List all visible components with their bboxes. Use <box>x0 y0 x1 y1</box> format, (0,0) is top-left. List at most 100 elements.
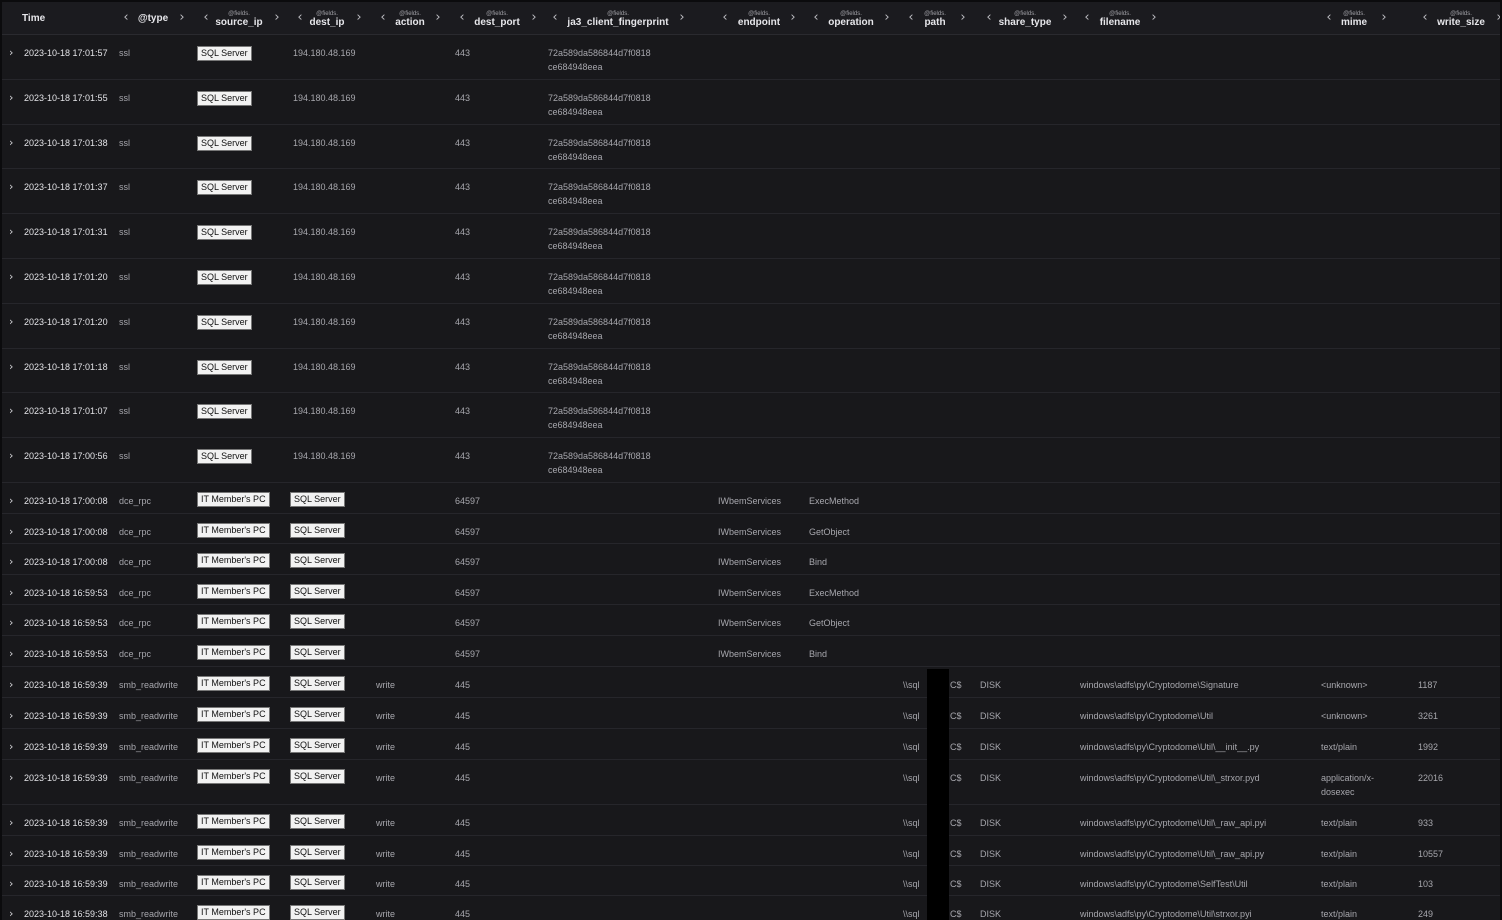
expand-chevron-icon[interactable]: › <box>9 877 13 890</box>
column-header-mime[interactable]: @fields. mime <box>1336 2 1372 34</box>
chevron-right-icon[interactable]: › <box>882 11 892 24</box>
dest-ip-tag[interactable]: SQL Server <box>290 904 345 920</box>
source-ip-tag[interactable]: IT Member's PC <box>197 675 270 691</box>
expand-chevron-icon[interactable]: › <box>9 616 13 629</box>
source-ip-tag[interactable]: IT Member's PC <box>197 645 270 660</box>
source-ip-tag[interactable]: IT Member's PC <box>197 492 270 507</box>
expand-chevron-icon[interactable]: › <box>9 907 13 920</box>
expand-chevron-icon[interactable]: › <box>9 91 13 104</box>
source-ip-tag[interactable]: IT Member's PC <box>197 614 270 630</box>
chevron-right-icon[interactable]: › <box>958 11 968 24</box>
expand-chevron-icon[interactable]: › <box>9 270 13 283</box>
dest-ip-tag[interactable]: SQL Server <box>290 737 345 753</box>
expand-chevron-icon[interactable]: › <box>9 494 13 507</box>
source-ip-tag[interactable]: IT Member's PC <box>197 737 270 753</box>
table-row[interactable]: › 2023-10-18 17:01:37 ssl SQL Server 194.180… <box>2 169 1500 215</box>
expand-chevron-icon[interactable]: › <box>9 180 13 193</box>
dest-ip-tag[interactable]: SQL Server <box>290 583 345 599</box>
chevron-right-icon[interactable]: › <box>788 11 798 24</box>
chevron-left-icon[interactable]: ‹ <box>378 11 388 24</box>
expand-chevron-icon[interactable]: › <box>9 586 13 599</box>
table-row[interactable]: › 2023-10-18 16:59:39 smb_readwrite IT Memb… <box>2 698 1500 729</box>
chevron-right-icon[interactable]: › <box>1149 11 1159 24</box>
dest-ip-tag[interactable]: SQL Server <box>290 492 345 507</box>
chevron-left-icon[interactable]: ‹ <box>1324 11 1334 24</box>
dest-ip-tag[interactable]: SQL Server <box>290 522 345 538</box>
source-ip-tag[interactable]: SQL Server <box>197 314 252 330</box>
table-row[interactable]: › 2023-10-18 17:00:08 dce_rpc IT Member's P… <box>2 483 1500 514</box>
source-ip-tag[interactable]: SQL Server <box>197 135 252 151</box>
expand-chevron-icon[interactable]: › <box>9 225 13 238</box>
chevron-right-icon[interactable]: › <box>1060 11 1070 24</box>
chevron-left-icon[interactable]: ‹ <box>906 11 916 24</box>
dest-ip-tag[interactable]: SQL Server <box>290 844 345 860</box>
table-row[interactable]: › 2023-10-18 17:00:56 ssl SQL Server 194.180… <box>2 438 1500 483</box>
chevron-left-icon[interactable]: ‹ <box>295 11 305 24</box>
source-ip-tag[interactable]: IT Member's PC <box>197 583 270 599</box>
expand-chevron-icon[interactable]: › <box>9 740 13 753</box>
chevron-right-icon[interactable]: › <box>677 11 687 24</box>
table-row[interactable]: › 2023-10-18 16:59:39 smb_readwrite IT Memb… <box>2 760 1500 805</box>
dest-ip-tag[interactable]: SQL Server <box>290 614 345 630</box>
expand-chevron-icon[interactable]: › <box>9 709 13 722</box>
source-ip-tag[interactable]: SQL Server <box>197 90 252 106</box>
column-header-operation[interactable]: @fields. operation <box>822 2 880 34</box>
expand-chevron-icon[interactable]: › <box>9 771 13 784</box>
chevron-right-icon[interactable]: › <box>433 11 443 24</box>
column-header-action[interactable]: @fields. action <box>390 2 430 34</box>
expand-chevron-icon[interactable]: › <box>9 449 13 462</box>
dest-ip-tag[interactable]: SQL Server <box>290 706 345 722</box>
source-ip-tag[interactable]: IT Member's PC <box>197 768 270 784</box>
source-ip-tag[interactable]: SQL Server <box>197 46 252 61</box>
expand-chevron-icon[interactable]: › <box>9 678 13 691</box>
table-row[interactable]: › 2023-10-18 16:59:39 smb_readwrite IT Memb… <box>2 836 1500 866</box>
dest-ip-tag[interactable]: SQL Server <box>290 874 345 890</box>
source-ip-tag[interactable]: IT Member's PC <box>197 874 270 890</box>
source-ip-tag[interactable]: SQL Server <box>197 225 252 241</box>
table-row[interactable]: › 2023-10-18 17:01:20 ssl SQL Server 194.180… <box>2 304 1500 349</box>
source-ip-tag[interactable]: IT Member's PC <box>197 813 270 829</box>
table-row[interactable]: › 2023-10-18 16:59:39 smb_readwrite IT Memb… <box>2 729 1500 760</box>
source-ip-tag[interactable]: IT Member's PC <box>197 844 270 860</box>
table-row[interactable]: › 2023-10-18 17:01:38 ssl SQL Server 194.180… <box>2 125 1500 170</box>
chevron-left-icon[interactable]: ‹ <box>550 11 560 24</box>
chevron-right-icon[interactable]: › <box>272 11 282 24</box>
column-header-write-size[interactable]: @fields. write_size <box>1432 2 1490 34</box>
expand-chevron-icon[interactable]: › <box>9 647 13 660</box>
table-row[interactable]: › 2023-10-18 17:01:57 ssl SQL Server 194.180… <box>2 35 1500 80</box>
expand-chevron-icon[interactable]: › <box>9 315 13 328</box>
table-row[interactable]: › 2023-10-18 17:01:31 ssl SQL Server 194.180… <box>2 214 1500 259</box>
expand-chevron-icon[interactable]: › <box>9 555 13 568</box>
chevron-right-icon[interactable]: › <box>354 11 364 24</box>
chevron-left-icon[interactable]: ‹ <box>1082 11 1092 24</box>
column-header-path[interactable]: @fields. path <box>916 2 954 34</box>
chevron-right-icon[interactable]: › <box>1379 11 1389 24</box>
column-header-dest-port[interactable]: @fields. dest_port <box>467 2 527 34</box>
chevron-left-icon[interactable]: ‹ <box>121 11 131 24</box>
chevron-left-icon[interactable]: ‹ <box>811 11 821 24</box>
table-row[interactable]: › 2023-10-18 16:59:53 dce_rpc IT Member's P… <box>2 575 1500 606</box>
expand-chevron-icon[interactable]: › <box>9 816 13 829</box>
column-header-ja3-client-fingerprint[interactable]: @fields. ja3_client_fingerprint <box>560 2 676 34</box>
column-header-endpoint[interactable]: @fields. endpoint <box>730 2 788 34</box>
table-row[interactable]: › 2023-10-18 16:59:39 smb_readwrite IT Memb… <box>2 866 1500 896</box>
table-row[interactable]: › 2023-10-18 17:01:55 ssl SQL Server 194.180… <box>2 80 1500 125</box>
table-row[interactable]: › 2023-10-18 17:00:08 dce_rpc IT Member's P… <box>2 514 1500 545</box>
table-row[interactable]: › 2023-10-18 17:00:08 dce_rpc IT Member's P… <box>2 544 1500 575</box>
source-ip-tag[interactable]: IT Member's PC <box>197 522 270 538</box>
chevron-right-icon[interactable]: › <box>529 11 539 24</box>
source-ip-tag[interactable]: SQL Server <box>197 449 252 465</box>
table-row[interactable]: › 2023-10-18 17:01:07 ssl SQL Server 194.180… <box>2 393 1500 439</box>
dest-ip-tag[interactable]: SQL Server <box>290 813 345 829</box>
table-row[interactable]: › 2023-10-18 16:59:53 dce_rpc IT Member's P… <box>2 636 1500 667</box>
source-ip-tag[interactable]: SQL Server <box>197 359 252 375</box>
table-row[interactable]: › 2023-10-18 16:59:53 dce_rpc IT Member's P… <box>2 605 1500 636</box>
column-header-time[interactable]: Time <box>22 2 62 34</box>
chevron-left-icon[interactable]: ‹ <box>984 11 994 24</box>
chevron-right-icon[interactable]: › <box>1494 11 1500 24</box>
chevron-left-icon[interactable]: ‹ <box>720 11 730 24</box>
source-ip-tag[interactable]: SQL Server <box>197 270 252 285</box>
source-ip-tag[interactable]: IT Member's PC <box>197 904 270 920</box>
expand-chevron-icon[interactable]: › <box>9 525 13 538</box>
table-row[interactable]: › 2023-10-18 16:59:39 smb_readwrite IT Memb… <box>2 667 1500 698</box>
